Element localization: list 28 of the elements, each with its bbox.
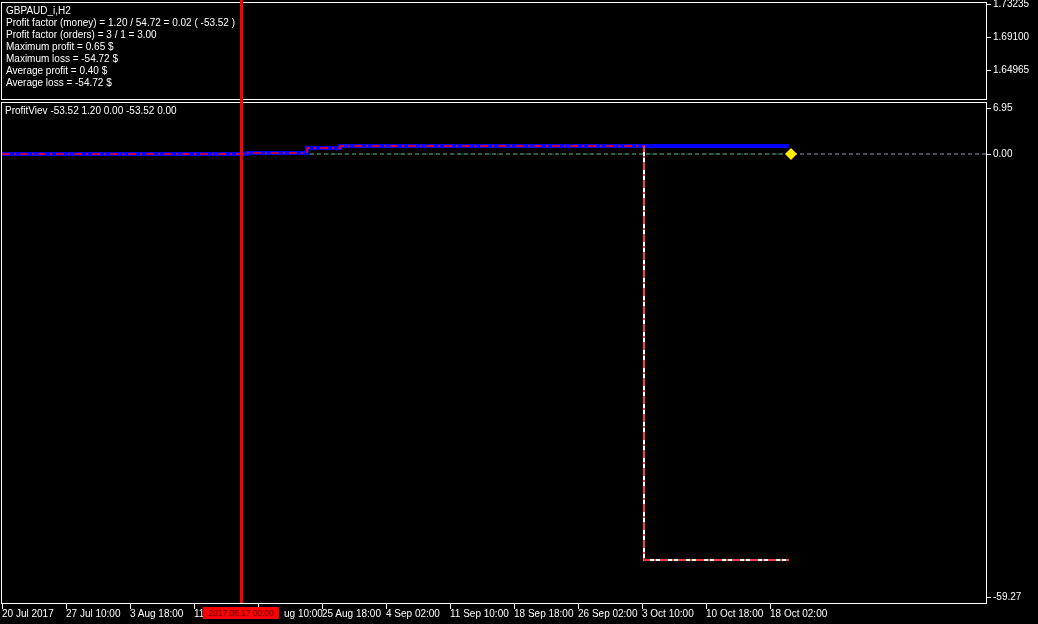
stat-line: Maximum loss = -54.72 $ — [6, 53, 119, 65]
price-label: 1.73235 — [993, 0, 1030, 10]
value-label: 6.95 — [993, 102, 1013, 114]
time-label: 3 Aug 18:00 — [130, 608, 184, 620]
price-label: 1.64965 — [993, 64, 1030, 76]
chart-title: GBPAUD_i,H2 — [6, 5, 72, 17]
stat-line: Average loss = -54.72 $ — [6, 77, 113, 89]
time-label: 26 Sep 02:00 — [578, 608, 638, 620]
price-label: 1.69100 — [993, 31, 1030, 43]
value-label: 0.00 — [993, 148, 1013, 160]
cursor-time-label: 2017.08.17 00:00 — [203, 607, 279, 619]
diamond-marker-icon — [785, 148, 797, 160]
indicator-label: ProfitViev -53.52 1.20 0.00 -53.52 0.00 — [5, 105, 177, 117]
time-label: 11 Sep 10:00 — [450, 608, 509, 620]
stat-line: Maximum profit = 0.65 $ — [6, 41, 115, 53]
time-label: 18 Sep 18:00 — [514, 608, 574, 620]
time-label: 18 Oct 02:00 — [770, 608, 828, 620]
time-label: ug 10:00 — [284, 608, 323, 620]
time-label: 25 Aug 18:00 — [322, 608, 381, 620]
time-label: 4 Sep 02:00 — [386, 608, 440, 620]
time-label: 20 Jul 2017 — [2, 608, 54, 620]
time-label: 10 Oct 18:00 — [706, 608, 764, 620]
value-label: -59.27 — [993, 591, 1022, 603]
time-label: 27 Jul 10:00 — [66, 608, 121, 620]
time-label: 3 Oct 10:00 — [642, 608, 694, 620]
stat-line: Profit factor (money) = 1.20 / 54.72 = 0.02 ( -53.52 ) — [6, 17, 236, 29]
stat-line: Average profit = 0.40 $ — [6, 65, 109, 77]
stat-line: Profit factor (orders) = 3 / 1 = 3.00 — [6, 29, 158, 41]
